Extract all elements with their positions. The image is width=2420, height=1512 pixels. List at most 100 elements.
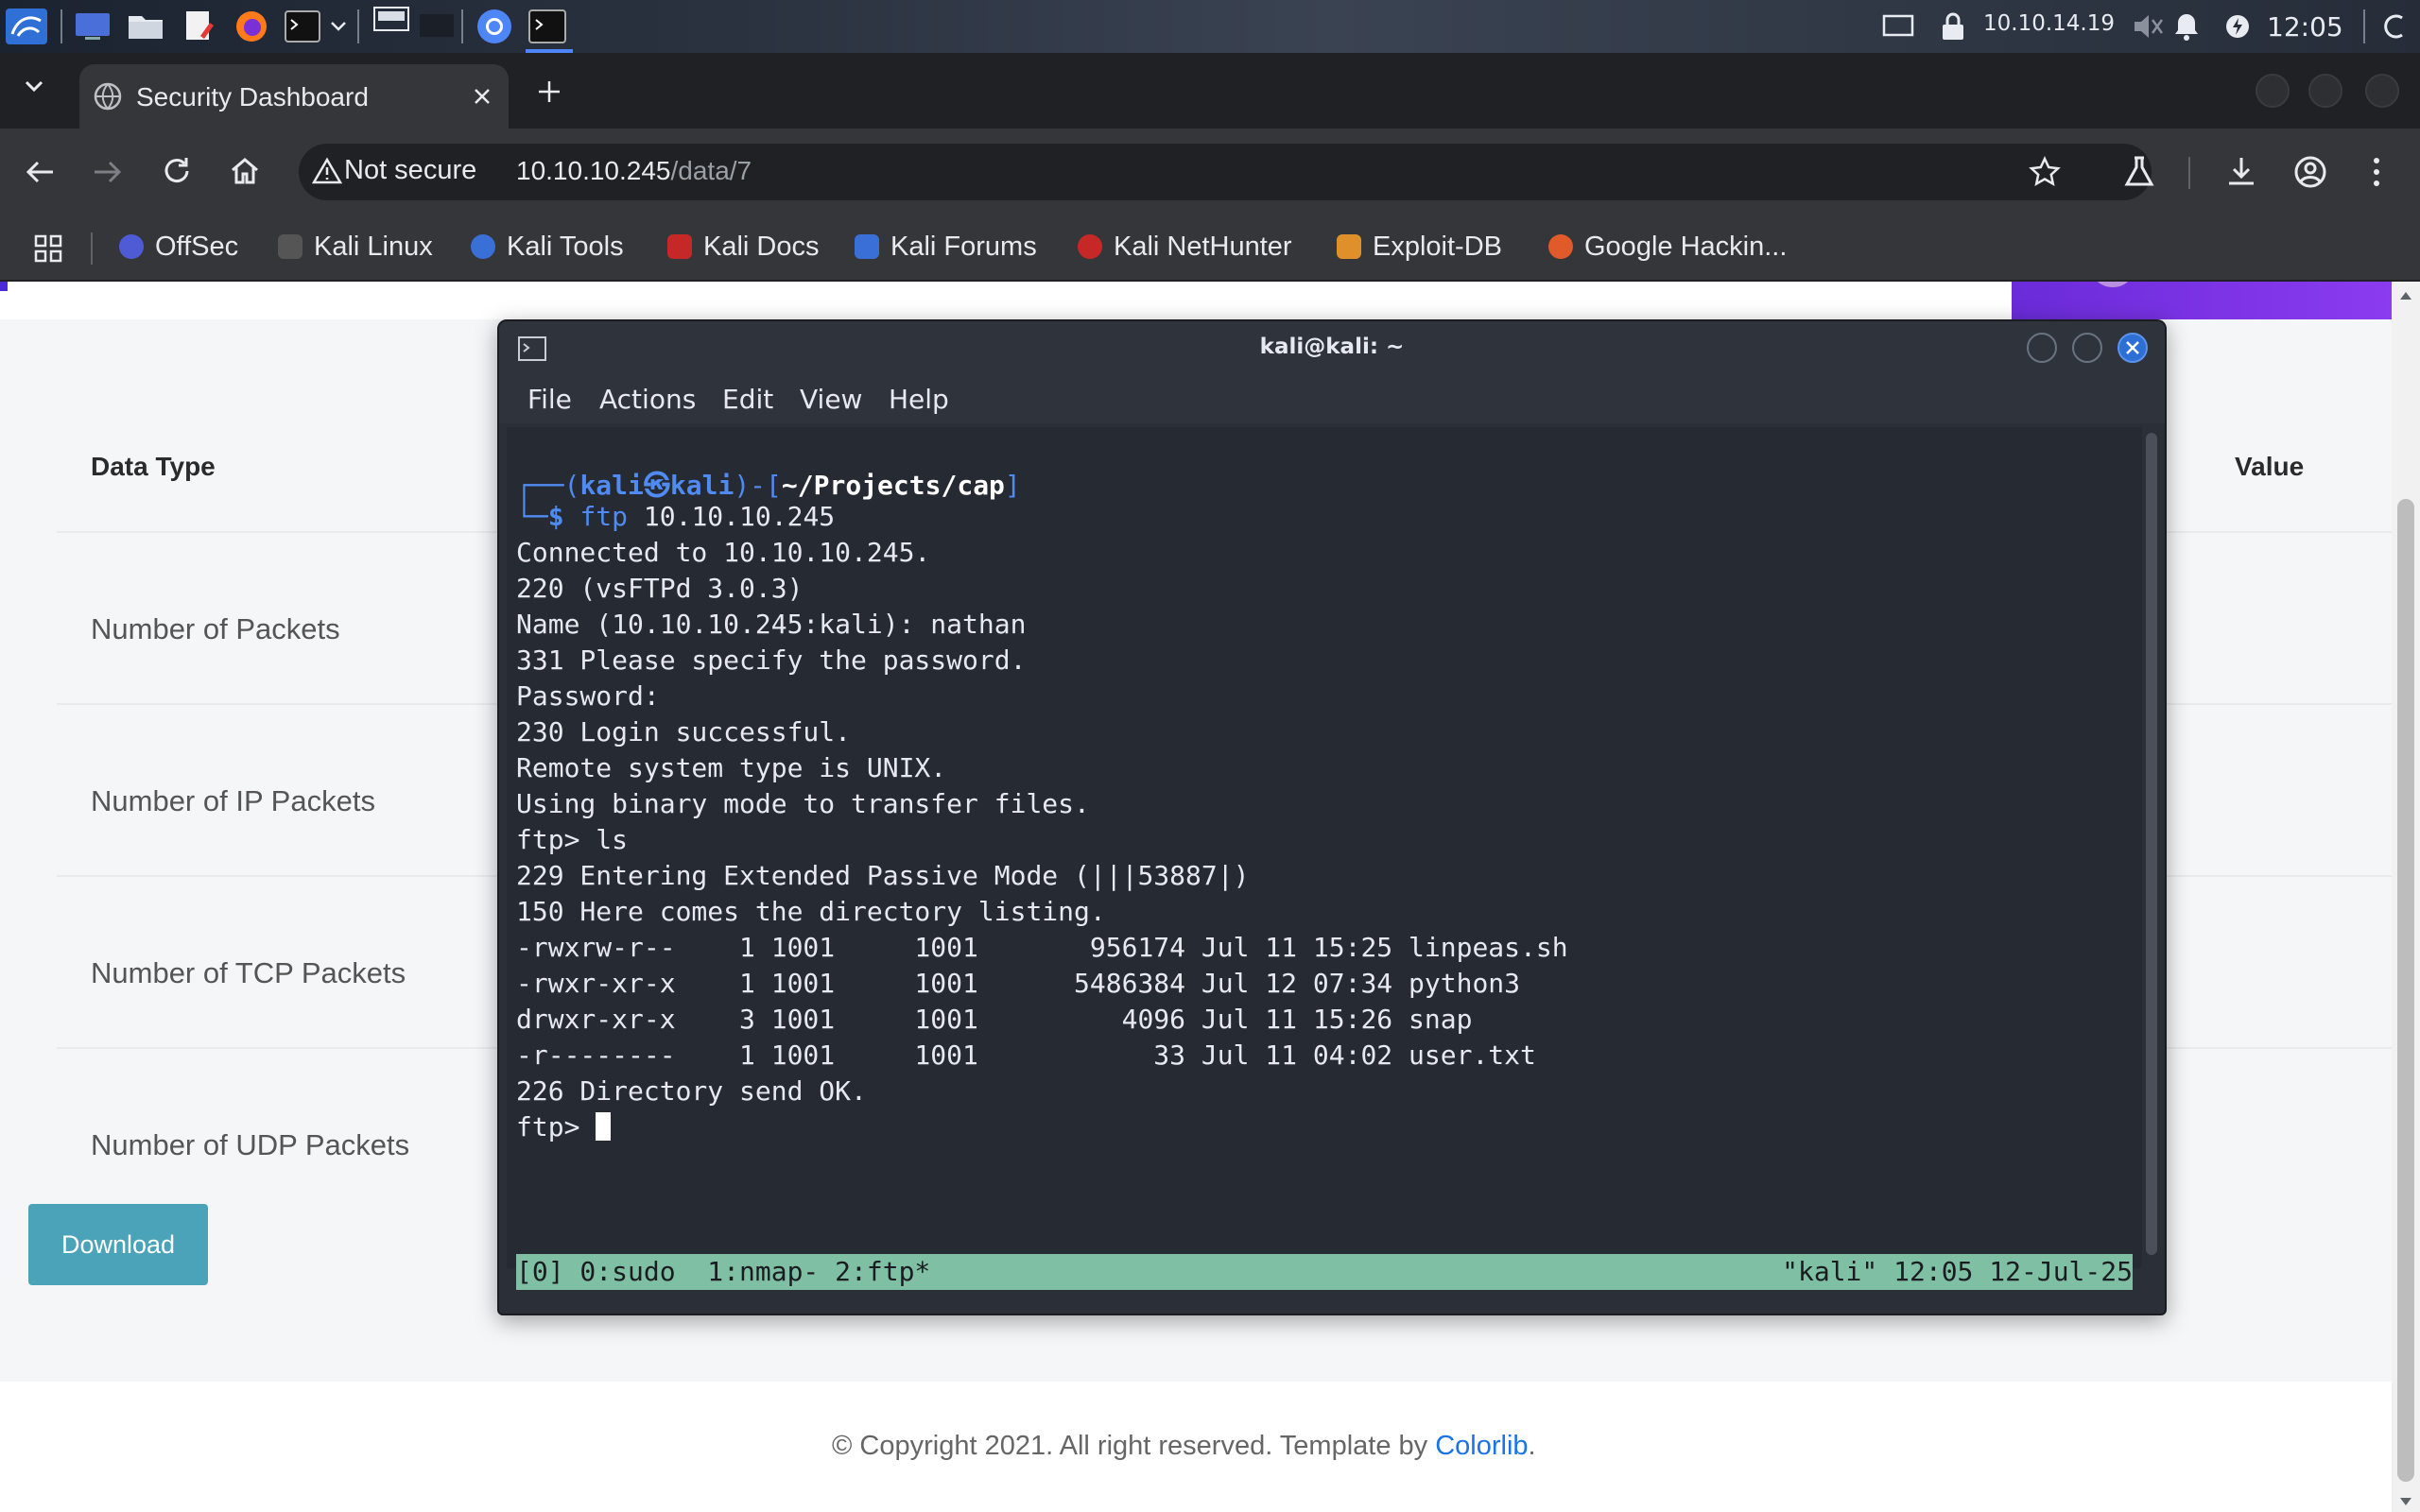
terminal-titlebar[interactable]: kali@kali: ~	[499, 321, 2165, 374]
terminal-scrollbar[interactable]	[2142, 427, 2161, 1268]
taskbar-separator	[60, 9, 62, 43]
output-line: Name (10.10.10.245:kali): nathan	[516, 609, 1027, 640]
bookmark-kali-forums[interactable]: Kali Forums	[855, 228, 1037, 266]
url-text[interactable]: 10.10.10.245/data/7	[516, 156, 752, 186]
kali-tools-icon	[471, 234, 495, 259]
security-status[interactable]: Not secure	[344, 155, 476, 186]
new-tab-icon[interactable]	[535, 77, 563, 110]
profile-icon[interactable]	[2293, 155, 2327, 193]
menu-help[interactable]: Help	[889, 384, 949, 415]
tab-search-chevron-icon[interactable]	[23, 77, 45, 98]
terminal-window-icon[interactable]	[526, 9, 569, 44]
address-bar[interactable]: Not secure 10.10.10.245/data/7	[299, 144, 2152, 200]
tmux-status-right: "kali" 12:05 12-Jul-25	[1782, 1256, 2133, 1287]
output-line: Using binary mode to transfer files.	[516, 788, 1090, 819]
menu-edit[interactable]: Edit	[722, 384, 773, 415]
workspace-2-icon[interactable]	[416, 9, 458, 44]
taskbar-separator	[461, 9, 463, 43]
column-header-value: Value	[2235, 452, 2305, 481]
offsec-icon	[119, 234, 144, 259]
row-label-ip-packets: Number of IP Packets	[91, 784, 375, 817]
tmux-status-bar: [0] 0:sudo 1:nmap- 2:ftp* "kali" 12:05 1…	[516, 1254, 2133, 1290]
terminal-maximize-button[interactable]	[2072, 333, 2102, 363]
more-options-icon[interactable]	[2369, 155, 2384, 193]
vpn-ip-address: 10.10.14.19	[1983, 11, 2115, 36]
listing-row: -rwxrw-r-- 1 1001 1001 956174 Jul 11 15:…	[516, 932, 1568, 963]
row-label-udp-packets: Number of UDP Packets	[91, 1128, 410, 1161]
terminal-close-button[interactable]	[2118, 333, 2148, 363]
bookmark-exploit-db[interactable]: Exploit-DB	[1337, 228, 1502, 266]
menu-file[interactable]: File	[527, 384, 572, 415]
output-line: 229 Entering Extended Passive Mode (|||5…	[516, 860, 1250, 891]
tab-strip: Security Dashboard	[0, 53, 2420, 130]
row-label-tcp-packets: Number of TCP Packets	[91, 956, 406, 989]
scroll-thumb[interactable]	[2397, 499, 2414, 1482]
bookmark-google-hacking[interactable]: Google Hackin...	[1548, 228, 1787, 266]
output-line: Connected to 10.10.10.245.	[516, 537, 931, 568]
toolbar-separator	[2188, 157, 2190, 189]
kali-forums-icon	[855, 234, 879, 259]
vpn-lock-icon[interactable]	[1938, 9, 1968, 44]
maximize-window-button[interactable]	[2308, 74, 2342, 108]
prompt-line-1: ┌──(kali㉿kali)-[~/Projects/cap]	[516, 470, 1021, 501]
current-prompt-line[interactable]: ftp>	[516, 1111, 612, 1143]
taskbar-separator	[357, 9, 359, 43]
clock[interactable]: 12:05	[2267, 11, 2343, 43]
power-manager-icon[interactable]	[2221, 9, 2254, 44]
exploit-db-icon	[1337, 234, 1361, 259]
scroll-up-icon[interactable]	[2398, 287, 2413, 305]
terminal-launcher-icon[interactable]	[282, 9, 323, 44]
output-line: ftp> ls	[516, 824, 629, 855]
browser-toolbar: Not secure 10.10.10.245/data/7	[0, 129, 2420, 215]
sidebar-header-purple	[2012, 282, 2392, 319]
home-icon[interactable]	[229, 155, 261, 191]
text-editor-icon[interactable]	[178, 9, 219, 44]
page-scrollbar[interactable]	[2392, 282, 2420, 1512]
downloads-icon[interactable]	[2225, 155, 2257, 191]
tab-security-dashboard[interactable]: Security Dashboard	[79, 64, 509, 130]
notification-bell-icon[interactable]	[2170, 9, 2203, 44]
bookmark-star-icon[interactable]	[2029, 156, 2061, 192]
taskbar-separator	[2363, 9, 2365, 43]
scroll-down-icon[interactable]	[2398, 1493, 2413, 1511]
kali-menu-icon[interactable]	[2, 9, 51, 44]
colorlib-link[interactable]: Colorlib	[1435, 1431, 1528, 1461]
output-line: 150 Here comes the directory listing.	[516, 896, 1106, 927]
kali-docs-icon	[667, 234, 692, 259]
close-window-button[interactable]	[2365, 74, 2399, 108]
firefox-icon[interactable]	[231, 9, 272, 44]
bookmark-kali-linux[interactable]: Kali Linux	[278, 228, 433, 266]
reload-icon[interactable]	[161, 155, 193, 191]
file-manager-icon[interactable]	[125, 9, 166, 44]
output-line: 331 Please specify the password.	[516, 644, 1027, 676]
labs-flask-icon[interactable]	[2123, 155, 2155, 193]
bookmark-kali-nethunter[interactable]: Kali NetHunter	[1078, 228, 1292, 266]
terminal-title: kali@kali: ~	[1259, 335, 1405, 359]
listing-row: drwxr-xr-x 3 1001 1001 4096 Jul 11 15:26…	[516, 1004, 1473, 1035]
bookmark-kali-docs[interactable]: Kali Docs	[667, 228, 820, 266]
listing-row: -r-------- 1 1001 1001 33 Jul 11 04:02 u…	[516, 1040, 1536, 1071]
terminal-scroll-thumb[interactable]	[2146, 433, 2157, 1255]
minimize-window-button[interactable]	[2256, 74, 2290, 108]
apps-grid-icon[interactable]	[34, 234, 62, 266]
volume-muted-icon[interactable]	[2131, 9, 2165, 44]
menu-actions[interactable]: Actions	[599, 384, 696, 415]
screen-icon[interactable]	[1881, 9, 1915, 44]
logout-icon[interactable]	[2380, 9, 2414, 44]
bookmark-offsec[interactable]: OffSec	[119, 228, 238, 266]
desktop-icon[interactable]	[72, 9, 113, 44]
warning-icon[interactable]	[311, 157, 343, 189]
back-icon[interactable]	[25, 157, 57, 191]
bookmark-kali-tools[interactable]: Kali Tools	[471, 228, 624, 266]
chromium-icon[interactable]	[473, 9, 516, 44]
forward-icon[interactable]	[91, 157, 123, 191]
tab-close-icon[interactable]	[471, 85, 493, 112]
download-button[interactable]: Download	[28, 1204, 208, 1285]
menu-view[interactable]: View	[800, 384, 862, 415]
url-host: 10.10.10.245	[516, 156, 671, 185]
workspace-1-icon[interactable]	[371, 2, 412, 38]
ghdb-icon	[1548, 234, 1573, 259]
terminal-minimize-button[interactable]	[2027, 333, 2057, 363]
chevron-down-icon[interactable]	[327, 9, 350, 44]
bookmarks-separator	[91, 232, 93, 265]
